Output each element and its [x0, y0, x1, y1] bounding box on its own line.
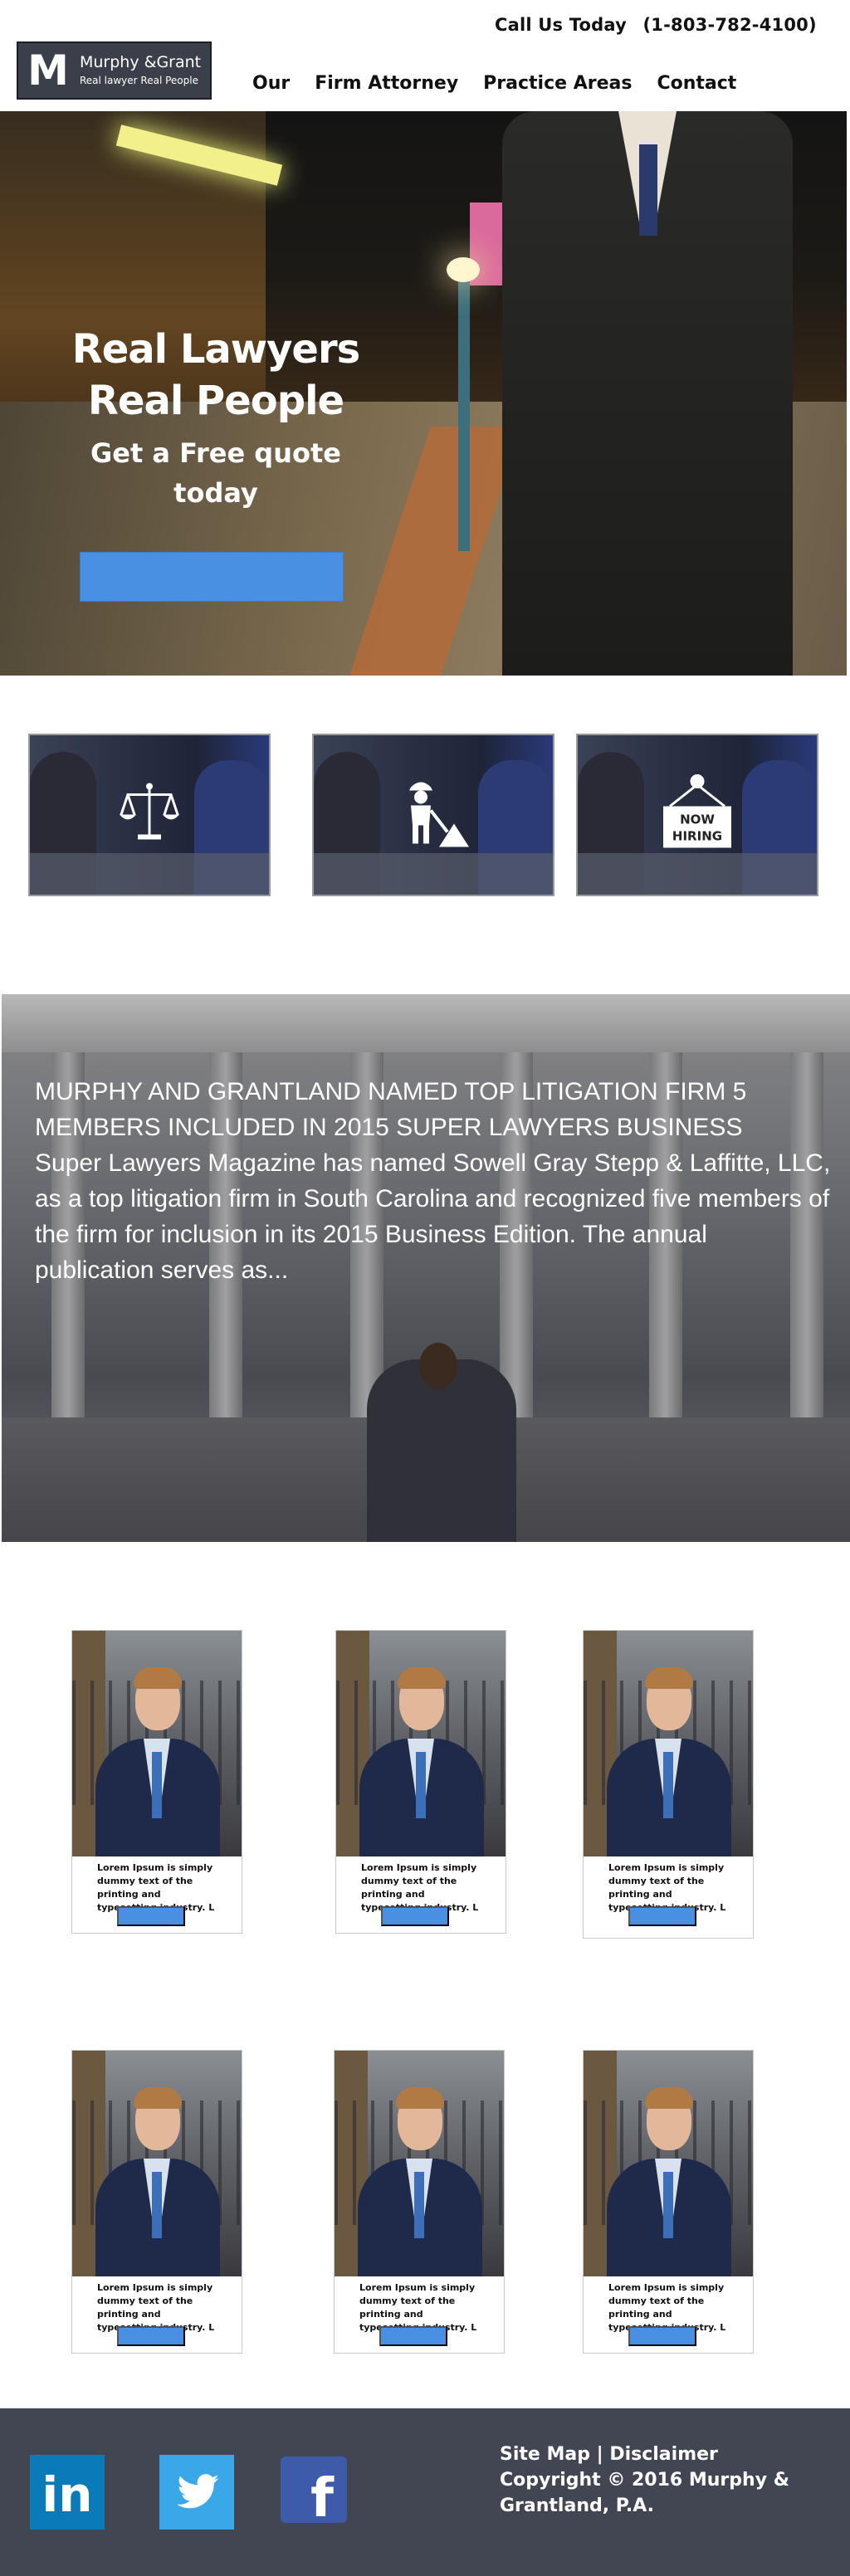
footer-copyright: Copyright © 2016 Murphy & Grantland, P.A… [500, 2470, 789, 2516]
hero-lawyer-tie [639, 144, 657, 236]
attorney-photo [336, 1631, 506, 1856]
nav-firm-attorney[interactable]: Firm Attorney [315, 73, 458, 94]
hero-subtitle-line1: Get a Free quote [90, 437, 341, 469]
attorney-read-more-button[interactable] [117, 2326, 185, 2346]
now-hiring-sign-icon: NOW HIRING [658, 773, 736, 857]
logo-name: Murphy &Grant [80, 53, 202, 71]
nav-our[interactable]: Our [252, 73, 290, 94]
news-feature[interactable]: MURPHY AND GRANTLAND NAMED TOP LITIGATIO… [2, 994, 850, 1542]
attorney-read-more-button[interactable] [381, 1906, 449, 1926]
construction-worker-icon [396, 778, 471, 853]
twitter-icon[interactable] [159, 2455, 234, 2530]
service-card-litigation[interactable] [28, 734, 271, 896]
news-man-head [419, 1343, 457, 1389]
hero-subtitle: Get a Free quote today [66, 433, 365, 513]
main-nav: Our Firm Attorney Practice Areas Contact [252, 73, 761, 94]
attorney-photo [72, 1631, 242, 1856]
attorney-read-more-button[interactable] [628, 2326, 696, 2346]
attorney-photo [335, 2051, 504, 2276]
attorney-card-1[interactable]: Lorem Ipsum is simply dummy text of the … [71, 1630, 242, 1934]
call-us-label: Call Us Today [495, 15, 627, 35]
logo[interactable]: M Murphy &Grant Real lawyer Real People [17, 41, 212, 100]
attorney-read-more-button[interactable] [628, 1906, 696, 1926]
now-hiring-line2: HIRING [672, 829, 722, 844]
footer: in f Site Map | Disclaimer Copyright © 2… [0, 2408, 850, 2576]
attorney-card-3[interactable]: Lorem Ipsum is simply dummy text of the … [583, 1630, 754, 1939]
scales-of-justice-icon [116, 780, 183, 851]
facebook-icon-label: f [310, 2468, 335, 2523]
call-us-bar: Call Us Today (1-803-782-4100) [495, 15, 827, 35]
nav-contact[interactable]: Contact [657, 73, 736, 94]
attorney-card-4[interactable]: Lorem Ipsum is simply dummy text of the … [71, 2050, 242, 2354]
attorney-card-5[interactable]: Lorem Ipsum is simply dummy text of the … [334, 2050, 505, 2354]
free-quote-button[interactable] [80, 552, 344, 602]
footer-links: Site Map | Disclaimer Copyright © 2016 M… [500, 2442, 799, 2519]
attorney-read-more-button[interactable] [117, 1906, 185, 1926]
linkedin-icon[interactable]: in [30, 2455, 105, 2530]
attorney-read-more-button[interactable] [379, 2326, 447, 2346]
attorney-card-2[interactable]: Lorem Ipsum is simply dummy text of the … [335, 1630, 506, 1934]
attorney-photo [584, 1631, 753, 1856]
hero-title-line2: Real People [87, 378, 344, 424]
attorney-photo [72, 2051, 242, 2276]
hero-title: Real Lawyers Real People [66, 324, 365, 427]
service-card-construction[interactable] [312, 734, 554, 896]
linkedin-icon-label: in [42, 2466, 92, 2523]
now-hiring-line1: NOW [680, 812, 715, 827]
attorney-photo [584, 2051, 753, 2276]
news-heading: MURPHY AND GRANTLAND NAMED TOP LITIGATIO… [35, 1078, 747, 1141]
nav-practice-areas[interactable]: Practice Areas [483, 73, 632, 94]
service-card-employment[interactable]: NOW HIRING [576, 734, 818, 896]
hero-title-line1: Real Lawyers [71, 326, 360, 373]
hero-street-lamp [447, 257, 480, 282]
footer-sitemap-disclaimer[interactable]: Site Map | Disclaimer [500, 2442, 799, 2467]
facebook-icon[interactable]: f [281, 2456, 347, 2530]
logo-tagline: Real lawyer Real People [80, 75, 198, 86]
news-body: Super Lawyers Magazine has named Sowell … [35, 1149, 831, 1284]
hero-lamp-post [458, 269, 470, 551]
attorney-card-6[interactable]: Lorem Ipsum is simply dummy text of the … [583, 2050, 754, 2354]
phone-number[interactable]: (1-803-782-4100) [642, 15, 816, 35]
hero-text: Real Lawyers Real People Get a Free quot… [66, 324, 365, 513]
hero-subtitle-line2: today [173, 477, 258, 509]
news-text: MURPHY AND GRANTLAND NAMED TOP LITIGATIO… [35, 1074, 832, 1288]
logo-letter: M [27, 46, 69, 95]
